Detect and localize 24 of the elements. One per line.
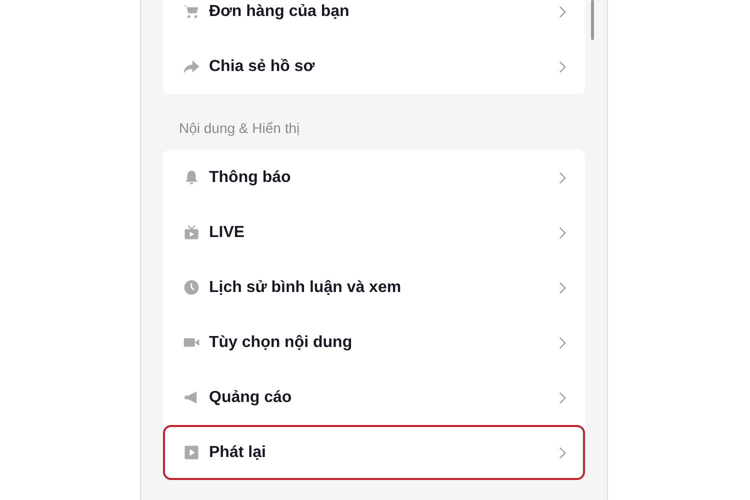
chevron-icon [558, 280, 567, 294]
play-icon [183, 444, 200, 461]
chevron-icon [558, 170, 567, 184]
settings-item[interactable]: Thông báo [163, 150, 585, 205]
scrollbar [591, 0, 594, 40]
settings-item[interactable]: Quảng cáo [163, 370, 585, 425]
settings-item[interactable]: Đơn hàng của bạn [163, 0, 585, 39]
chevron-icon [558, 336, 567, 350]
clock-icon [183, 279, 200, 296]
chevron-icon [558, 226, 567, 240]
bell-icon [183, 169, 200, 186]
share-icon [183, 58, 200, 75]
chevron-icon [558, 390, 567, 404]
settings-item[interactable]: Phát lại [163, 425, 585, 480]
chevron-icon [558, 4, 567, 18]
settings-item[interactable]: Chia sẻ hồ sơ [163, 39, 585, 94]
settings-item[interactable]: Tùy chọn nội dung [163, 315, 585, 370]
section-header: Nội dung & Hiển thị [179, 120, 300, 136]
chevron-icon [558, 446, 567, 460]
chevron-icon [558, 60, 567, 74]
settings-item[interactable]: Lịch sử bình luận và xem [163, 260, 585, 315]
cart-icon [183, 3, 200, 20]
settings-item[interactable]: LIVE [163, 205, 585, 260]
tv-icon [183, 224, 200, 241]
